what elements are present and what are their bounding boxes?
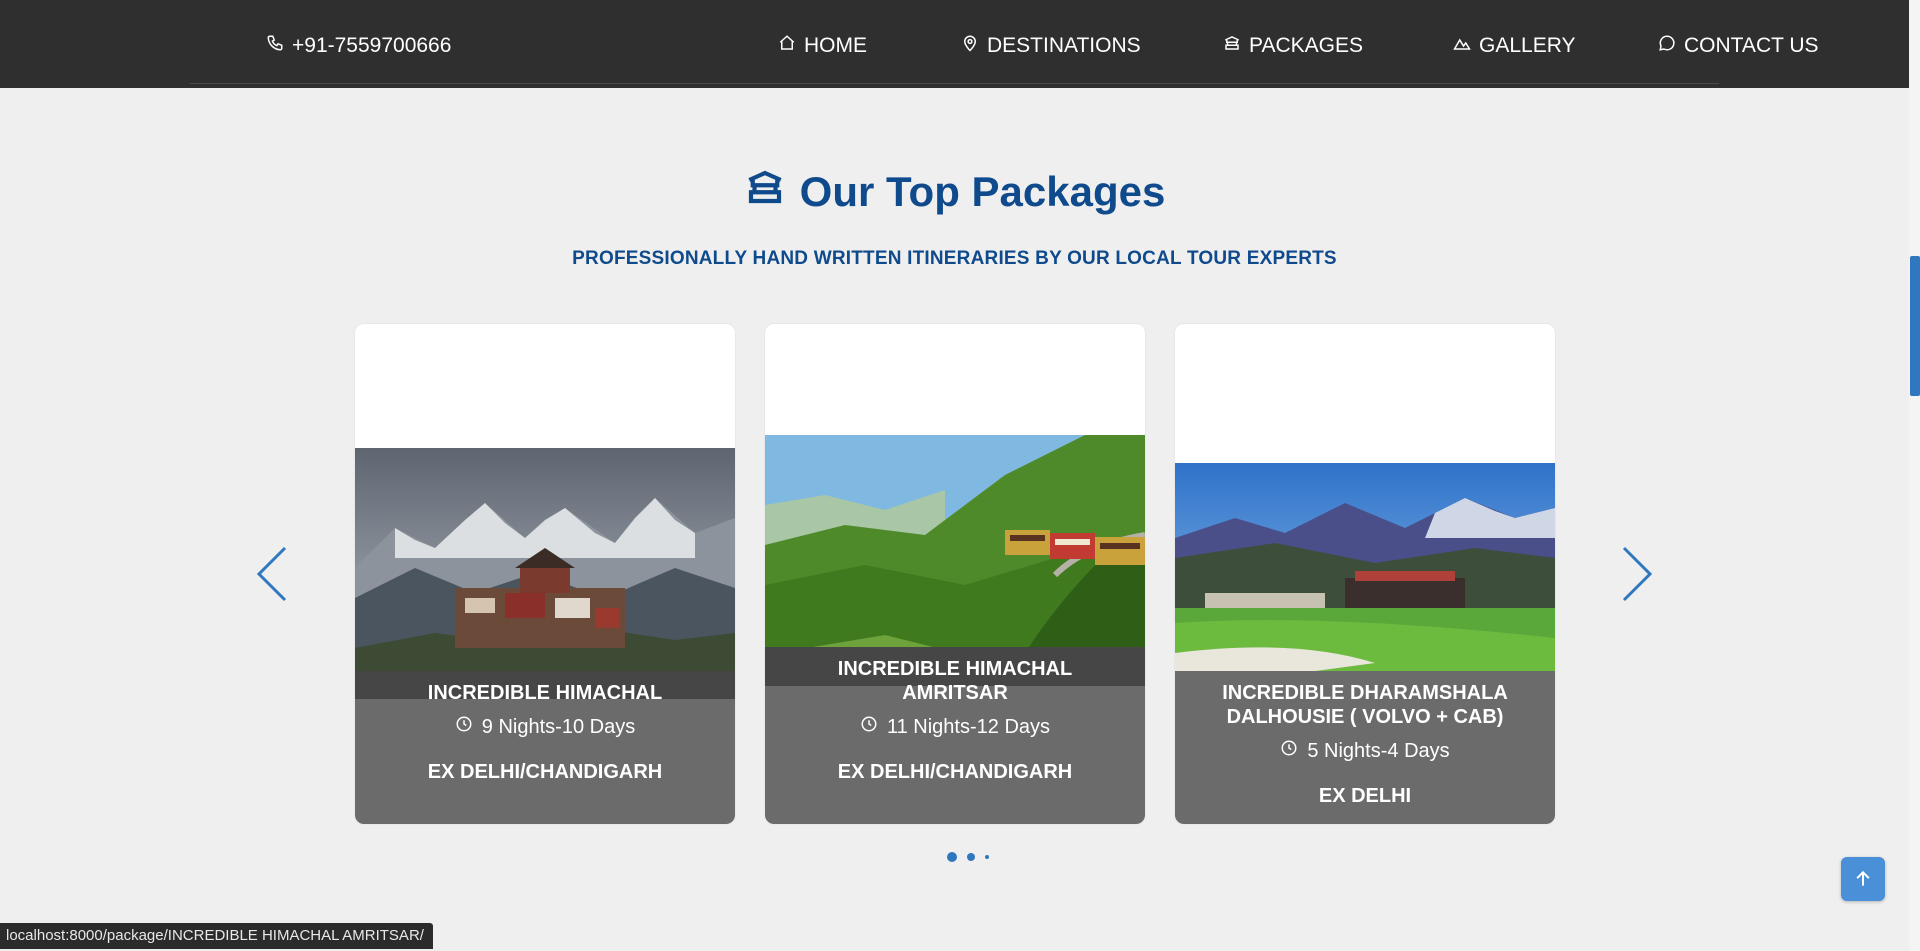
mountain-icon: [1453, 34, 1471, 58]
clock-icon: [455, 715, 473, 739]
map-pin-icon: [961, 34, 979, 58]
package-image: [1175, 463, 1555, 690]
nav-packages[interactable]: PACKAGES: [1223, 30, 1363, 62]
nav-gallery-label: GALLERY: [1479, 34, 1576, 57]
section-title: Our Top Packages: [0, 166, 1909, 218]
package-duration-text: 5 Nights-4 Days: [1307, 739, 1450, 762]
carousel-next-button[interactable]: [1620, 546, 1654, 602]
chevron-left-icon: [256, 546, 287, 602]
browser-status-url: localhost:8000/package/INCREDIBLE HIMACH…: [0, 923, 433, 949]
top-navbar: +91-7559700666 HOME DESTINATIONS PACKAGE…: [0, 0, 1909, 88]
clock-icon: [1280, 739, 1298, 763]
package-image: [355, 448, 735, 700]
package-duration-text: 11 Nights-12 Days: [886, 715, 1051, 738]
nav-destinations-label: DESTINATIONS: [987, 34, 1141, 57]
temple-icon: [744, 166, 786, 218]
chevron-right-icon: [1622, 546, 1653, 602]
temple-icon: [1223, 34, 1241, 58]
back-to-top-button[interactable]: [1841, 857, 1885, 901]
navbar-divider: [190, 83, 1719, 84]
nav-contact-label: CONTACT US: [1684, 34, 1819, 57]
carousel-dots: [947, 852, 989, 862]
package-duration-text: 9 Nights-10 Days: [481, 715, 636, 738]
package-duration: 9 Nights-10 Days: [355, 715, 735, 739]
phone-link[interactable]: +91-7559700666: [266, 30, 451, 62]
package-card[interactable]: INCREDIBLE HIMACHAL AMRITSAR 11 Nights-1…: [765, 324, 1145, 824]
package-name: INCREDIBLE HIMACHAL: [427, 682, 663, 704]
package-info: INCREDIBLE HIMACHAL AMRITSAR 11 Nights-1…: [765, 647, 1145, 824]
chat-bubble-icon: [1658, 34, 1676, 58]
package-duration: 5 Nights-4 Days: [1175, 739, 1555, 763]
nav-packages-label: PACKAGES: [1249, 34, 1363, 57]
package-card[interactable]: INCREDIBLE HIMACHAL 9 Nights-10 Days EX …: [355, 324, 735, 824]
scrollbar-thumb[interactable]: [1910, 256, 1920, 396]
section-title-text: Our Top Packages: [799, 168, 1166, 215]
carousel-prev-button[interactable]: [255, 546, 289, 602]
carousel-dot-active[interactable]: [947, 852, 957, 862]
package-name: INCREDIBLE DHARAMSHALA DALHOUSIE ( VOLVO…: [1222, 682, 1508, 728]
package-info: INCREDIBLE HIMACHAL 9 Nights-10 Days EX …: [355, 671, 735, 824]
carousel-dot[interactable]: [985, 855, 989, 859]
package-origin: EX DELHI/CHANDIGARH: [427, 761, 663, 783]
nav-home-label: HOME: [804, 34, 867, 57]
package-info: INCREDIBLE DHARAMSHALA DALHOUSIE ( VOLVO…: [1175, 671, 1555, 824]
nav-home[interactable]: HOME: [778, 30, 867, 62]
scrollbar-track[interactable]: [1909, 0, 1920, 951]
package-duration: 11 Nights-12 Days: [765, 715, 1145, 739]
package-card[interactable]: INCREDIBLE DHARAMSHALA DALHOUSIE ( VOLVO…: [1175, 324, 1555, 824]
nav-gallery[interactable]: GALLERY: [1453, 30, 1576, 62]
phone-icon: [266, 34, 284, 58]
package-name: INCREDIBLE HIMACHAL AMRITSAR: [837, 658, 1073, 704]
phone-number: +91-7559700666: [292, 34, 452, 57]
nav-destinations[interactable]: DESTINATIONS: [961, 30, 1141, 62]
home-icon: [778, 34, 796, 58]
section-subtitle: PROFESSIONALLY HAND WRITTEN ITINERARIES …: [572, 248, 1337, 269]
nav-contact[interactable]: CONTACT US: [1658, 30, 1819, 62]
package-origin: EX DELHI: [1318, 785, 1412, 807]
carousel-dot[interactable]: [967, 853, 975, 861]
package-origin: EX DELHI/CHANDIGARH: [837, 761, 1073, 783]
clock-icon: [860, 715, 878, 739]
arrow-up-icon: [1856, 870, 1870, 886]
